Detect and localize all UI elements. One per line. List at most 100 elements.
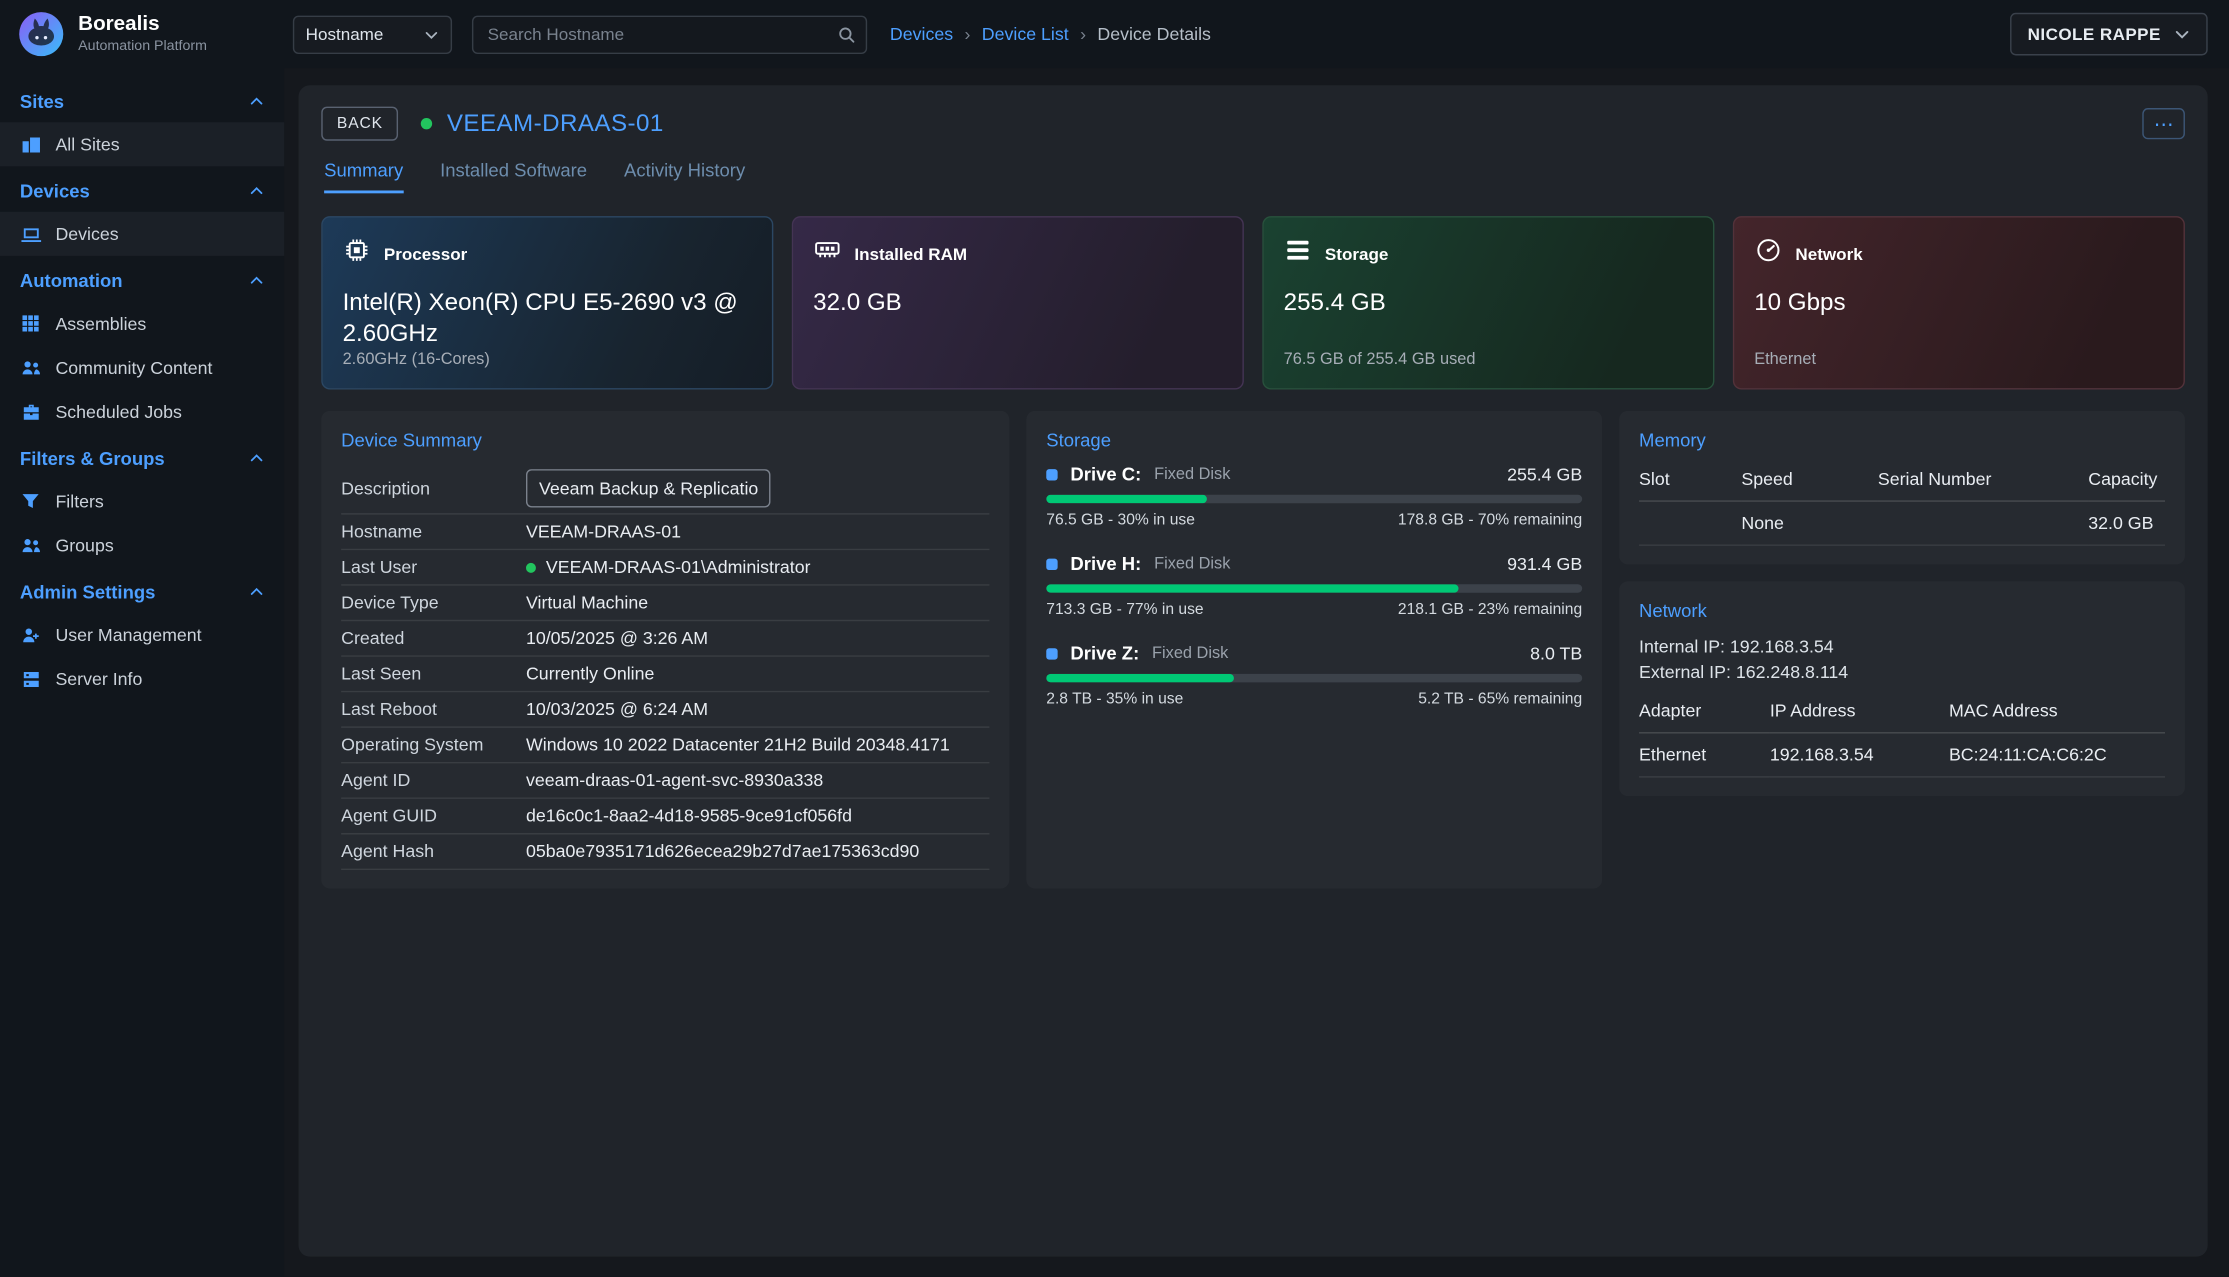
drive-usage-bar [1046,495,1582,504]
table-cell: 32.0 GB [2088,502,2165,546]
row-value: 10/03/2025 @ 6:24 AM [526,699,708,719]
row-label: Agent GUID [341,806,526,826]
panel-title: Memory [1639,429,2165,450]
drive-type: Fixed Disk [1152,645,1228,662]
sidebar-section-label: Sites [20,90,64,111]
sidebar-item-server-info[interactable]: Server Info [0,657,284,701]
drive-usage-bar [1046,674,1582,683]
tab-activity-history[interactable]: Activity History [624,159,745,193]
memory-panel: Memory Slot Speed Serial Number Capacity… [1619,411,2185,565]
sidebar-item-devices[interactable]: Devices [0,212,284,256]
panel-title: Device Summary [341,429,989,450]
drive-size: 931.4 GB [1507,554,1582,574]
hostname-filter-select[interactable]: Hostname [293,15,452,53]
panel-title: Storage [1046,429,1582,450]
table-cell: 192.168.3.54 [1770,734,1949,778]
user-gear-icon [20,625,41,645]
sidebar-item-user-management[interactable]: User Management [0,613,284,657]
chevron-up-icon [249,450,265,466]
grid-icon [20,314,41,332]
online-status-dot [421,118,432,129]
row-label: Device Type [341,593,526,613]
search-icon [837,25,855,43]
device-details-panel: BACK VEEAM-DRAAS-01 ⋯ Summary Installed … [299,85,2208,1256]
column-header: IP Address [1770,695,1949,733]
sidebar-item-community-content[interactable]: Community Content [0,345,284,389]
breadcrumb-device-list[interactable]: Device List [982,24,1069,44]
filter-icon [20,492,41,510]
table-cell: Ethernet [1639,734,1770,778]
drive-row-c: Drive C: Fixed Disk 255.4 GB 76.5 GB - 3… [1046,463,1582,528]
card-label: Storage [1325,244,1389,264]
drive-size: 8.0 TB [1530,643,1582,663]
sidebar-item-groups[interactable]: Groups [0,523,284,567]
row-value: 05ba0e7935171d626ecea29b27d7ae175363cd90 [526,842,919,862]
row-value: Windows 10 2022 Datacenter 21H2 Build 20… [526,735,950,755]
description-input[interactable] [526,469,771,507]
breadcrumb-current: Device Details [1097,24,1211,44]
device-tabs: Summary Installed Software Activity Hist… [324,159,2185,193]
sidebar-section-automation[interactable]: Automation [0,259,284,302]
server-icon [20,669,41,689]
column-header: Capacity [2088,463,2165,501]
chevron-up-icon [249,93,265,109]
main-content: BACK VEEAM-DRAAS-01 ⋯ Summary Installed … [284,68,2229,1276]
sidebar-item-scheduled-jobs[interactable]: Scheduled Jobs [0,390,284,434]
drive-icon [1046,558,1057,569]
borealis-logo [17,10,65,58]
drive-type: Fixed Disk [1154,466,1230,483]
breadcrumb-separator: › [1080,24,1086,44]
external-ip: External IP: 162.248.8.114 [1639,660,2165,686]
sidebar-section-sites[interactable]: Sites [0,80,284,123]
table-cell [1878,502,2088,546]
device-summary-panel: Device Summary Description Hostname VEEA… [321,411,1009,889]
search-input[interactable] [472,15,867,53]
back-button[interactable]: BACK [321,107,398,141]
drive-icon [1046,648,1057,659]
storage-stack-icon [1284,236,1312,272]
stat-cards: Processor Intel(R) Xeon(R) CPU E5-2690 v… [321,216,2185,389]
brand-name: Borealis [78,14,207,37]
device-title: VEEAM-DRAAS-01 [447,109,664,137]
more-options-button[interactable]: ⋯ [2142,108,2185,139]
summary-row-description: Description [341,463,989,514]
row-label: Agent Hash [341,842,526,862]
sidebar-item-assemblies[interactable]: Assemblies [0,301,284,345]
device-header: BACK VEEAM-DRAAS-01 ⋯ [321,107,2185,141]
tab-installed-software[interactable]: Installed Software [440,159,587,193]
buildings-icon [20,134,41,154]
sidebar-section-admin-settings[interactable]: Admin Settings [0,570,284,613]
card-footer: 2.60GHz (16-Cores) [343,351,752,369]
summary-row-last-user: Last User VEEAM-DRAAS-01\Administrator [341,550,989,586]
chevron-down-icon [2174,26,2191,43]
sidebar-item-label: Filters [55,491,103,511]
sidebar-item-label: User Management [55,625,201,645]
row-label: Description [341,478,526,498]
user-name: NICOLE RAPPE [2028,24,2161,44]
drive-remaining: 178.8 GB - 70% remaining [1398,512,1582,529]
network-table: Adapter IP Address MAC Address Ethernet … [1639,695,2165,777]
laptop-icon [20,224,41,244]
sidebar-item-label: Community Content [55,358,212,378]
card-label: Network [1795,244,1862,264]
app-root: Borealis Automation Platform Hostname De… [0,0,2229,1277]
sidebar-item-all-sites[interactable]: All Sites [0,122,284,166]
chevron-up-icon [249,272,265,288]
sidebar-section-devices[interactable]: Devices [0,169,284,212]
card-value: 255.4 GB [1284,287,1682,318]
drive-usage-bar [1046,584,1582,593]
sidebar-section-filters-groups[interactable]: Filters & Groups [0,436,284,479]
sidebar-item-filters[interactable]: Filters [0,479,284,523]
row-label: Last User [341,557,526,577]
internal-ip: Internal IP: 192.168.3.54 [1639,634,2165,660]
card-value: Intel(R) Xeon(R) CPU E5-2690 v3 @ 2.60GH… [343,287,741,350]
storage-card: Storage 255.4 GB 76.5 GB of 255.4 GB use… [1262,216,1714,389]
ram-icon [813,236,841,272]
breadcrumb-devices[interactable]: Devices [890,24,953,44]
user-menu-button[interactable]: NICOLE RAPPE [2011,13,2208,56]
sidebar-item-label: Devices [55,224,118,244]
drive-remaining: 218.1 GB - 23% remaining [1398,601,1582,618]
sidebar-section-label: Admin Settings [20,581,156,602]
row-label: Operating System [341,735,526,755]
tab-summary[interactable]: Summary [324,159,403,193]
